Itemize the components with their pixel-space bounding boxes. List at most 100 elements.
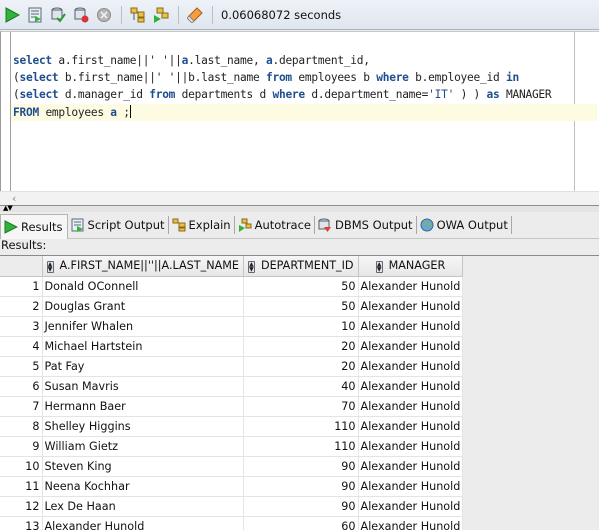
code-line[interactable]: select a.first_name||' '||a.last_name, a… — [13, 52, 597, 69]
cell-name[interactable]: Pat Fay — [41, 355, 244, 377]
table-row[interactable]: 2 Douglas Grant 50 Alexander Hunold — [0, 295, 464, 317]
row-number[interactable]: 4 — [0, 335, 43, 357]
cell-department-id[interactable]: 110 — [242, 435, 359, 457]
cell-department-id[interactable]: 90 — [242, 475, 359, 497]
cell-name[interactable]: Douglas Grant — [41, 295, 244, 317]
cell-name[interactable]: Neena Kochhar — [41, 475, 244, 497]
cell-manager[interactable]: Alexander Hunold — [357, 295, 464, 317]
cell-department-id[interactable]: 70 — [242, 395, 359, 417]
cancel-button[interactable] — [94, 5, 114, 25]
table-row[interactable]: 13 Alexander Hunold 60 Alexander Hunold — [0, 515, 464, 530]
table-row[interactable]: 6 Susan Mavris 40 Alexander Hunold — [0, 375, 464, 397]
table-row[interactable]: 12 Lex De Haan 90 Alexander Hunold — [0, 495, 464, 517]
sql-text: b.first_name||' '||b.last_name — [58, 71, 266, 85]
cell-manager[interactable]: Alexander Hunold — [357, 435, 464, 457]
sort-icon[interactable]: ▲ ▼ — [46, 260, 54, 273]
cell-department-id[interactable]: 40 — [242, 375, 359, 397]
rollback-button[interactable] — [71, 5, 91, 25]
run-statement-button[interactable] — [2, 5, 22, 25]
commit-button[interactable] — [48, 5, 68, 25]
sql-code[interactable]: select a.first_name||' '||a.last_name, a… — [11, 52, 597, 121]
cell-manager[interactable]: Alexander Hunold — [357, 395, 464, 417]
sort-icon[interactable]: ▲ ▼ — [247, 260, 255, 273]
tab-autotrace[interactable]: Autotrace — [235, 216, 315, 234]
cell-name[interactable]: Michael Hartstein — [41, 335, 244, 357]
explain-plan-button[interactable] — [128, 5, 148, 25]
row-number[interactable]: 7 — [0, 395, 43, 417]
pane-splitter[interactable]: ▲▼ — [0, 205, 599, 212]
tab-dbms-output[interactable]: DBMS Output — [315, 216, 417, 234]
tab-label: Results — [21, 220, 63, 234]
code-line[interactable]: (select b.first_name||' '||b.last_name f… — [13, 69, 597, 86]
cell-name[interactable]: Hermann Baer — [41, 395, 244, 417]
column-header-manager[interactable]: ▲ ▼ MANAGER — [357, 256, 464, 277]
sql-editor[interactable]: select a.first_name||' '||a.last_name, a… — [0, 31, 599, 192]
cell-department-id[interactable]: 90 — [242, 495, 359, 517]
cell-manager[interactable]: Alexander Hunold — [357, 415, 464, 437]
row-number[interactable]: 1 — [0, 275, 43, 297]
cell-department-id[interactable]: 20 — [242, 355, 359, 377]
column-header-department-id[interactable]: ▲ ▼ DEPARTMENT_ID — [242, 256, 359, 277]
clear-button[interactable] — [185, 5, 205, 25]
sql-keyword: in — [505, 71, 519, 85]
code-line[interactable]: (select d.manager_id from departments d … — [13, 86, 597, 103]
scroll-left-icon[interactable]: ‹ — [12, 192, 16, 205]
table-row[interactable]: 8 Shelley Higgins 110 Alexander Hunold — [0, 415, 464, 437]
cell-manager[interactable]: Alexander Hunold — [357, 455, 464, 477]
editor-horizontal-scrollbar[interactable]: ‹ — [0, 191, 599, 205]
table-row[interactable]: 5 Pat Fay 20 Alexander Hunold — [0, 355, 464, 377]
tab-script-output[interactable]: Script Output — [68, 216, 169, 234]
cell-name[interactable]: Jennifer Whalen — [41, 315, 244, 337]
row-number[interactable]: 6 — [0, 375, 43, 397]
row-number[interactable]: 5 — [0, 355, 43, 377]
cell-manager[interactable]: Alexander Hunold — [357, 475, 464, 497]
cell-name[interactable]: Alexander Hunold — [41, 515, 244, 530]
cell-name[interactable]: Susan Mavris — [41, 375, 244, 397]
cell-department-id[interactable]: 60 — [242, 515, 359, 530]
autotrace-button[interactable] — [151, 5, 171, 25]
toolbar-separator — [212, 5, 213, 24]
table-row[interactable]: 3 Jennifer Whalen 10 Alexander Hunold — [0, 315, 464, 337]
splitter-arrows-icon[interactable]: ▲▼ — [3, 205, 13, 212]
cell-manager[interactable]: Alexander Hunold — [357, 335, 464, 357]
cell-manager[interactable]: Alexander Hunold — [357, 515, 464, 530]
cell-department-id[interactable]: 10 — [242, 315, 359, 337]
table-row[interactable]: 4 Michael Hartstein 20 Alexander Hunold — [0, 335, 464, 357]
row-number[interactable]: 10 — [0, 455, 43, 477]
sort-icon[interactable]: ▲ ▼ — [375, 260, 383, 273]
cell-name[interactable]: Lex De Haan — [41, 495, 244, 517]
row-number[interactable]: 13 — [0, 515, 43, 530]
cell-name[interactable]: William Gietz — [41, 435, 244, 457]
cell-name[interactable]: Donald OConnell — [41, 275, 244, 297]
cell-department-id[interactable]: 50 — [242, 275, 359, 297]
tab-results[interactable]: Results — [0, 214, 68, 239]
row-number[interactable]: 2 — [0, 295, 43, 317]
cell-manager[interactable]: Alexander Hunold — [357, 355, 464, 377]
explain-icon — [171, 217, 187, 233]
cell-department-id[interactable]: 90 — [242, 455, 359, 477]
cell-department-id[interactable]: 110 — [242, 415, 359, 437]
code-line[interactable]: FROM employees a ; — [11, 103, 597, 121]
table-row[interactable]: 11 Neena Kochhar 90 Alexander Hunold — [0, 475, 464, 497]
cell-manager[interactable]: Alexander Hunold — [357, 495, 464, 517]
row-number[interactable]: 8 — [0, 415, 43, 437]
cell-department-id[interactable]: 20 — [242, 335, 359, 357]
tab-owa-output[interactable]: OWA Output — [417, 216, 512, 234]
cell-manager[interactable]: Alexander Hunold — [357, 315, 464, 337]
cell-name[interactable]: Steven King — [41, 455, 244, 477]
cell-manager[interactable]: Alexander Hunold — [357, 275, 464, 297]
table-row[interactable]: 7 Hermann Baer 70 Alexander Hunold — [0, 395, 464, 417]
table-row[interactable]: 1 Donald OConnell 50 Alexander Hunold — [0, 275, 464, 297]
cell-department-id[interactable]: 50 — [242, 295, 359, 317]
row-number[interactable]: 11 — [0, 475, 43, 497]
row-number[interactable]: 12 — [0, 495, 43, 517]
table-row[interactable]: 10 Steven King 90 Alexander Hunold — [0, 455, 464, 477]
cell-name[interactable]: Shelley Higgins — [41, 415, 244, 437]
column-header-name[interactable]: ▲ ▼ A.FIRST_NAME||''||A.LAST_NAME — [41, 256, 244, 277]
run-script-button[interactable] — [25, 5, 45, 25]
row-number[interactable]: 3 — [0, 315, 43, 337]
cell-manager[interactable]: Alexander Hunold — [357, 375, 464, 397]
tab-explain[interactable]: Explain — [169, 216, 235, 234]
row-number[interactable]: 9 — [0, 435, 43, 457]
table-row[interactable]: 9 William Gietz 110 Alexander Hunold — [0, 435, 464, 457]
